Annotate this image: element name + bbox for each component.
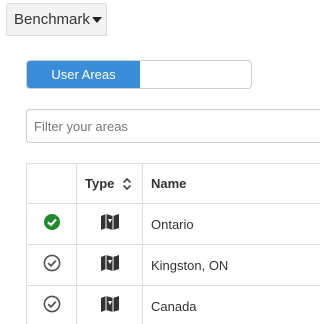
check-circle-outline-icon[interactable]	[43, 295, 61, 318]
header-type-column[interactable]: Type	[77, 164, 143, 203]
user-areas-label: User Areas	[51, 67, 116, 82]
header-name-label: Name	[151, 176, 187, 191]
areas-table: Type Name Ontario Kingston, ON Canada	[26, 163, 320, 324]
map-icon	[100, 295, 120, 318]
area-type-toggle[interactable]: User Areas	[26, 60, 252, 89]
table-row[interactable]: Canada	[27, 286, 320, 324]
area-name: Ontario	[151, 216, 194, 232]
area-name: Kingston, ON	[151, 257, 229, 273]
table-header-row: Type Name	[27, 164, 320, 204]
select-cell[interactable]	[27, 245, 77, 285]
area-name: Canada	[151, 298, 197, 314]
select-cell[interactable]	[27, 204, 77, 244]
table-row[interactable]: Kingston, ON	[27, 245, 320, 286]
header-name-column[interactable]: Name	[143, 164, 320, 203]
name-cell: Canada	[143, 286, 320, 324]
table-row[interactable]: Ontario	[27, 204, 320, 245]
type-cell	[77, 286, 143, 324]
name-cell: Kingston, ON	[143, 245, 320, 285]
toggle-empty-segment[interactable]	[140, 61, 251, 88]
sort-icon[interactable]	[122, 177, 132, 191]
filter-areas-input[interactable]	[26, 109, 320, 143]
benchmark-label: Benchmark	[14, 11, 90, 28]
select-cell[interactable]	[27, 286, 77, 324]
check-circle-outline-icon[interactable]	[43, 254, 61, 277]
header-type-label: Type	[85, 176, 115, 191]
type-cell	[77, 204, 143, 244]
header-select-column	[27, 164, 77, 203]
type-cell	[77, 245, 143, 285]
user-areas-tab[interactable]: User Areas	[27, 61, 140, 88]
caret-down-icon	[91, 16, 102, 23]
check-circle-filled-icon[interactable]	[43, 213, 61, 236]
name-cell: Ontario	[143, 204, 320, 244]
map-icon	[100, 213, 120, 236]
benchmark-dropdown-button[interactable]: Benchmark	[6, 3, 107, 36]
map-icon	[100, 254, 120, 277]
